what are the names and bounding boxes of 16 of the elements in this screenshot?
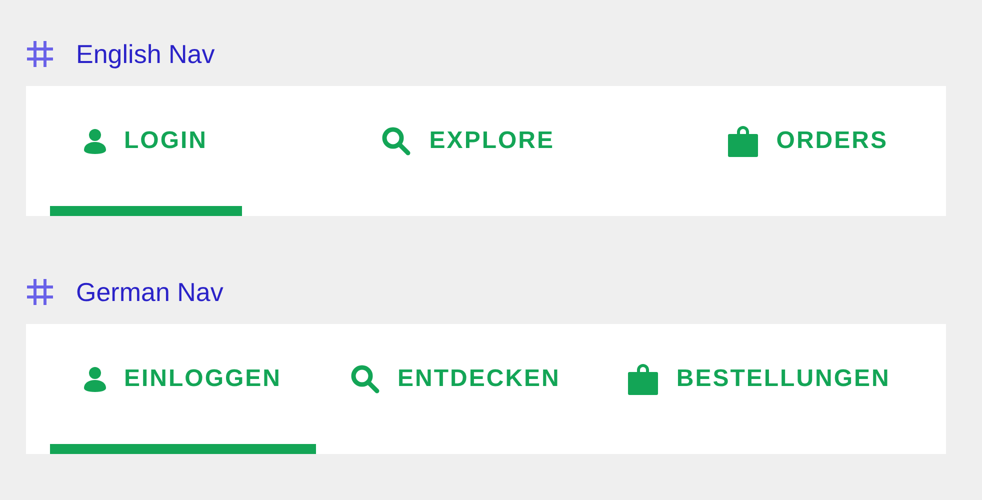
nav-tab[interactable]: ORDERS [694,86,922,216]
person-icon [84,366,106,392]
nav-tab[interactable]: LOGIN [50,86,242,216]
nav-tab[interactable]: ENTDECKEN [316,324,594,454]
shopping-bag-icon [628,363,658,395]
nav-tab[interactable]: EINLOGGEN [50,324,316,454]
nav-tab[interactable]: BESTELLUNGEN [594,324,924,454]
shopping-bag-icon [728,125,758,157]
hash-icon [26,278,54,306]
search-icon [350,364,380,394]
section-heading: English Nav [76,38,215,70]
nav-tab[interactable]: EXPLORE [347,86,588,216]
hash-icon [26,40,54,68]
person-icon [84,128,106,154]
section-heading: German Nav [76,276,224,308]
search-icon [381,126,412,156]
